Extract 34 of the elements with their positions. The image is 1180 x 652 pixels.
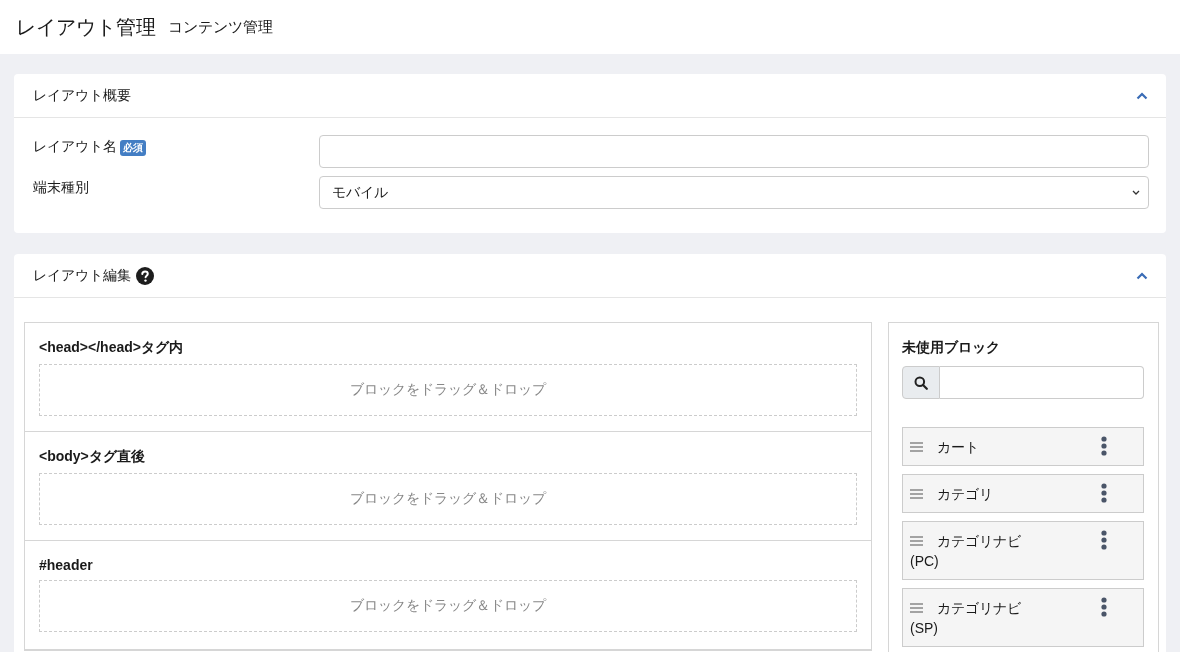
more-icon[interactable] [1101,530,1107,550]
block-item[interactable]: カテゴリ [902,474,1144,513]
dropdown-caret-icon [1132,190,1140,195]
device-type-select[interactable]: モバイル [319,176,1149,209]
card-title: レイアウト編集 [33,266,131,285]
drop-zone[interactable]: ブロックをドラッグ＆ドロップ [39,473,857,525]
block-item[interactable]: カテゴリナビ (PC) [902,521,1144,580]
block-item[interactable]: カート [902,427,1144,466]
section-title: <head></head>タグ内 [39,339,184,357]
layout-name-input[interactable] [319,135,1149,168]
drag-handle-icon [910,536,923,546]
block-item[interactable]: カテゴリナビ (SP) [902,588,1144,647]
search-icon [914,375,928,390]
panel-title: 未使用ブロック [902,339,1001,357]
drag-handle-icon [910,489,923,499]
field-label: レイアウト名 [33,138,117,156]
drag-handle-icon [910,603,923,613]
collapse-chevron-icon[interactable] [1136,271,1148,280]
more-icon[interactable] [1101,483,1107,503]
drop-zone[interactable]: ブロックをドラッグ＆ドロップ [39,364,857,416]
field-label: 端末種別 [33,179,89,197]
card-title: レイアウト概要 [33,86,131,105]
collapse-chevron-icon[interactable] [1136,91,1148,100]
required-badge: 必須 [120,140,146,156]
drop-zone[interactable]: ブロックをドラッグ＆ドロップ [39,580,857,632]
more-icon[interactable] [1101,597,1107,617]
section-title: #header [39,557,94,573]
page-title: レイアウト管理 [16,14,156,40]
more-icon[interactable] [1101,436,1107,456]
search-field[interactable] [940,366,1144,399]
help-icon [136,266,154,285]
section-title: <body>タグ直後 [39,448,146,466]
page-subtitle: コンテンツ管理 [168,17,273,37]
drag-handle-icon [910,442,923,452]
